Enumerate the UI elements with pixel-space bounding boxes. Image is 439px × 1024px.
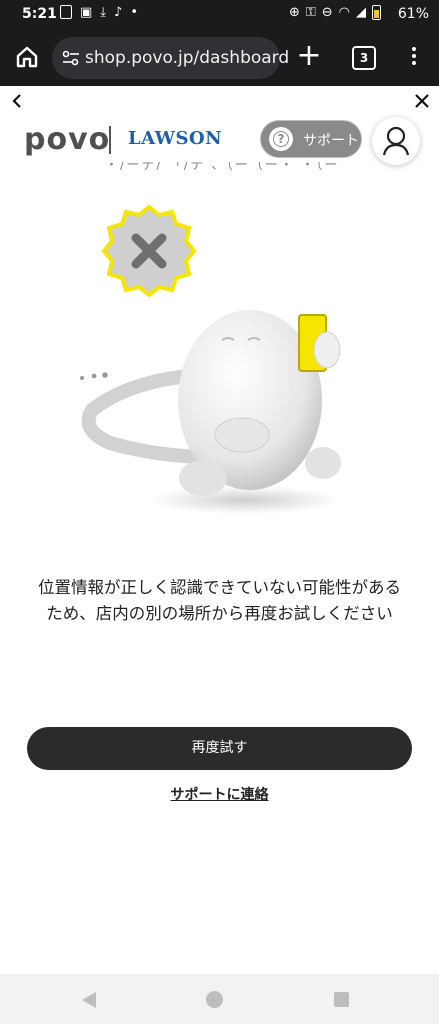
status-time: 5:21	[22, 6, 57, 22]
overflow-menu-icon[interactable]	[404, 44, 424, 70]
notification-icons: ▣ ⤓ ♪ •	[60, 5, 138, 20]
wifi-icon: ◠	[338, 5, 350, 20]
status-bar: 5:21 ▣ ⤓ ♪ • ⊕ ⚿ ⊖ ◠ ◢ 61%	[0, 0, 439, 30]
system-icons: ⊕ ⚿ ⊖ ◠ ◢	[289, 5, 381, 20]
support-button[interactable]: ? サポート	[260, 120, 362, 158]
error-message-line-1: 位置情報が正しく認識できていない可能性がある	[38, 578, 401, 597]
key-icon: ⚿	[305, 5, 316, 20]
app-notification-icon: ▣	[80, 5, 93, 20]
close-icon[interactable]	[413, 92, 431, 110]
system-navigation-bar	[0, 974, 439, 1024]
download-icon: ⤓	[100, 5, 107, 20]
error-badge-icon	[101, 204, 197, 298]
support-button-label: サポート	[303, 133, 359, 149]
tab-switcher-button[interactable]: 3	[352, 46, 376, 70]
do-not-disturb-icon: ⊖	[321, 5, 333, 20]
logo-divider	[109, 126, 111, 154]
signal-icon: ◢	[356, 5, 366, 20]
address-bar[interactable]: shop.povo.jp/dashboard	[52, 37, 289, 79]
nav-recents-icon[interactable]	[334, 992, 349, 1007]
back-chevron-icon[interactable]	[10, 92, 24, 110]
site-header: povo LAWSON ? サポート	[0, 116, 439, 168]
scrolled-partial-text: ・/ーデ/ 「/テ 、（ー（ー・ ・（ー（ー（ー	[105, 162, 340, 172]
contact-support-link[interactable]: サポートに連絡	[0, 784, 439, 804]
data-saver-icon: ⊕	[288, 5, 300, 20]
battery-icon	[372, 5, 381, 20]
music-note-icon: ♪	[114, 5, 123, 20]
home-icon[interactable]	[14, 44, 40, 70]
help-circle-icon: ?	[269, 127, 293, 151]
site-settings-icon[interactable]	[62, 50, 80, 66]
povo-logo: povo	[24, 122, 111, 157]
error-illustration	[80, 204, 341, 514]
account-avatar[interactable]	[372, 117, 420, 165]
error-message-line-2: ため、店内の別の場所から再度お試しください	[46, 604, 393, 623]
new-tab-plus-icon[interactable]: +	[296, 41, 322, 71]
lawson-logo: LAWSON	[128, 128, 223, 149]
nav-back-icon[interactable]	[80, 991, 98, 1009]
sim-icon	[60, 5, 72, 19]
url-text[interactable]: shop.povo.jp/dashboard	[85, 48, 289, 68]
user-icon	[382, 126, 410, 156]
battery-percent: 61%	[397, 6, 429, 22]
more-dot-icon: •	[130, 5, 139, 20]
error-message: 位置情報が正しく認識できていない可能性がある ため、店内の別の場所から再度お試し…	[20, 575, 419, 627]
page-nav-row	[0, 86, 439, 116]
retry-button[interactable]: 再度試す	[27, 727, 412, 770]
browser-toolbar: shop.povo.jp/dashboard + 3	[0, 30, 439, 86]
nav-home-icon[interactable]	[206, 991, 223, 1008]
